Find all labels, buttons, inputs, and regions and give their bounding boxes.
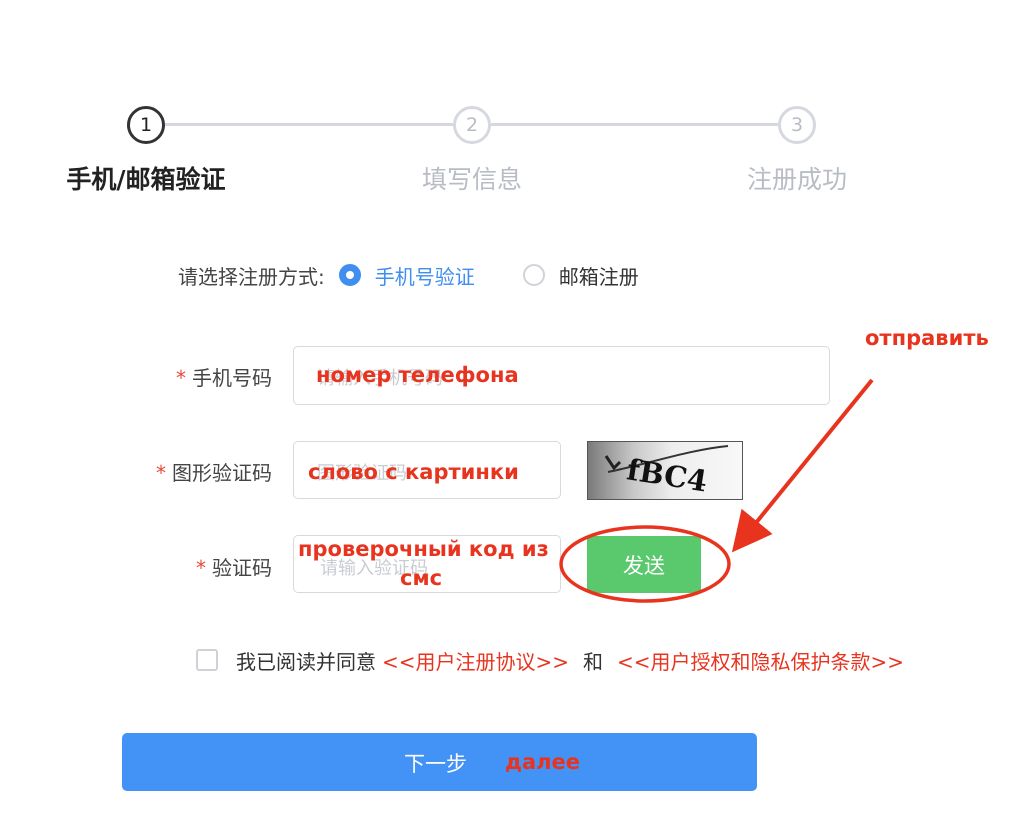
- annotation-phone: номер телефона: [316, 363, 519, 387]
- agreement-checkbox[interactable]: [196, 649, 218, 671]
- phone-label-text: 手机号码: [192, 366, 272, 390]
- agreement-prefix: 我已阅读并同意: [236, 649, 376, 674]
- agreement-row: 我已阅读并同意 <<用户注册协议>> 和 <<用户授权和隐私保护条款>>: [196, 645, 904, 675]
- step-connector: [165, 123, 453, 126]
- step-1-number: 1: [139, 114, 153, 136]
- captcha-image[interactable]: fBC4: [587, 441, 743, 500]
- step-1-label: 手机/邮箱验证: [66, 165, 226, 194]
- step-3-circle: 3: [778, 106, 816, 144]
- sms-code-label: * 验证码: [132, 552, 272, 581]
- registration-page: 1 2 3 手机/邮箱验证 填写信息 注册成功 请选择注册方式: 手机号验证 邮…: [0, 0, 1024, 834]
- captcha-label-text: 图形验证码: [172, 461, 272, 485]
- captcha-image-text: fBC4: [625, 452, 710, 498]
- phone-label: * 手机号码: [132, 362, 272, 391]
- step-connector: [491, 123, 778, 126]
- required-mark: *: [196, 556, 206, 580]
- next-step-button-label[interactable]: 下一步: [404, 748, 467, 778]
- method-prompt: 请选择注册方式:: [178, 264, 325, 289]
- step-3-label: 注册成功: [746, 165, 847, 194]
- annotation-next: далее: [505, 750, 580, 774]
- agreement-and: 和: [583, 649, 604, 674]
- option-phone-verify-label[interactable]: 手机号验证: [375, 261, 475, 290]
- send-code-button[interactable]: 发送: [587, 536, 701, 593]
- step-1-circle: 1: [127, 106, 165, 144]
- registration-method-row: 请选择注册方式: 手机号验证 邮箱注册: [178, 258, 639, 292]
- step-2-circle: 2: [453, 106, 491, 144]
- step-3-number: 3: [790, 114, 804, 136]
- sms-code-label-text: 验证码: [212, 556, 272, 580]
- step-2-number: 2: [465, 114, 479, 136]
- radio-email-register[interactable]: [522, 264, 545, 286]
- required-mark: *: [176, 366, 186, 390]
- step-2-label: 填写信息: [421, 165, 522, 194]
- annotation-captcha: слово с картинки: [308, 460, 519, 484]
- radio-phone-verify[interactable]: [338, 264, 361, 286]
- send-code-button-label: 发送: [623, 553, 665, 578]
- annotation-send: отправить: [865, 326, 989, 350]
- option-email-register-label[interactable]: 邮箱注册: [559, 261, 639, 290]
- required-mark: *: [156, 461, 166, 485]
- captcha-image-graphic: fBC4: [604, 445, 729, 499]
- captcha-label: * 图形验证码: [132, 457, 272, 486]
- privacy-terms-link[interactable]: <<用户授权和隐私保护条款>>: [617, 646, 904, 675]
- user-agreement-link[interactable]: <<用户注册协议>>: [382, 646, 569, 675]
- annotation-sms-line1: проверочный код из: [298, 537, 549, 561]
- annotation-sms-line2: смс: [400, 566, 443, 590]
